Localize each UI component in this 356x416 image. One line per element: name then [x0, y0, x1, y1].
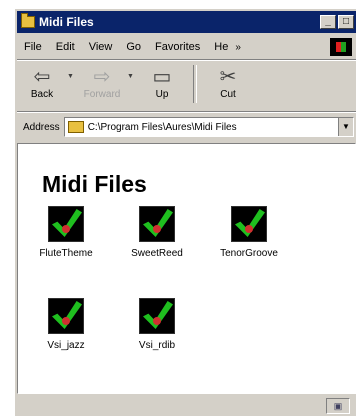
window-controls: _ □ — [320, 15, 354, 29]
file-name: TenorGroove — [220, 248, 278, 259]
forward-dropdown-icon[interactable]: ▼ — [127, 63, 137, 80]
file-item[interactable]: SweetReed — [119, 206, 195, 259]
file-item[interactable]: FluteTheme — [28, 206, 104, 259]
minimize-button[interactable]: _ — [320, 15, 336, 29]
file-name: SweetReed — [131, 248, 183, 259]
file-name: Vsi_jazz — [47, 340, 85, 351]
toolbar-separator — [193, 65, 197, 103]
up-folder-icon: ▭ — [152, 66, 172, 88]
midi-file-icon — [139, 298, 175, 334]
menu-edit[interactable]: Edit — [49, 41, 82, 53]
file-name: Vsi_rdib — [138, 340, 176, 351]
title-bar[interactable]: Midi Files _ □ — [17, 11, 356, 33]
file-item[interactable]: TenorGroove — [211, 206, 287, 259]
midi-file-icon — [139, 206, 175, 242]
file-item[interactable]: Vsi_rdib — [119, 298, 195, 351]
menu-view[interactable]: View — [82, 41, 120, 53]
up-button[interactable]: ▭ Up — [137, 63, 187, 100]
windows-logo-icon — [330, 38, 352, 56]
menu-bar: File Edit View Go Favorites He » — [17, 37, 356, 57]
menu-file[interactable]: File — [17, 41, 49, 53]
address-dropdown-icon[interactable]: ▼ — [338, 118, 353, 136]
status-bar: ▣ — [17, 396, 356, 416]
folder-heading: Midi Files — [42, 171, 147, 197]
folder-icon — [21, 13, 35, 28]
up-label: Up — [155, 89, 169, 100]
divider — [17, 59, 356, 61]
back-button[interactable]: ⇦ Back — [17, 63, 67, 100]
scissors-icon: ✂ — [219, 66, 237, 88]
menu-help[interactable]: He — [207, 41, 235, 53]
file-item[interactable]: Vsi_jazz — [28, 298, 104, 351]
forward-button[interactable]: ⇨ Forward — [77, 63, 127, 100]
menu-favorites[interactable]: Favorites — [148, 41, 207, 53]
divider — [17, 111, 356, 113]
menu-go[interactable]: Go — [119, 41, 148, 53]
midi-file-icon — [48, 206, 84, 242]
folder-icon — [67, 121, 84, 133]
address-bar: Address C:\Program Files\Aures\Midi File… — [17, 115, 356, 139]
forward-label: Forward — [83, 89, 121, 100]
file-name: FluteTheme — [39, 248, 93, 259]
address-label: Address — [23, 121, 60, 133]
midi-file-icon — [48, 298, 84, 334]
back-label: Back — [30, 89, 54, 100]
forward-arrow-icon: ⇨ — [93, 66, 111, 88]
cut-button[interactable]: ✂ Cut — [203, 63, 253, 100]
cut-label: Cut — [220, 89, 236, 100]
back-dropdown-icon[interactable]: ▼ — [67, 63, 77, 80]
computer-icon: ▣ — [326, 398, 350, 414]
back-arrow-icon: ⇦ — [33, 66, 51, 88]
maximize-button[interactable]: □ — [338, 15, 354, 29]
address-path[interactable]: C:\Program Files\Aures\Midi Files — [88, 122, 237, 133]
explorer-window: Midi Files _ □ File Edit View Go Favorit… — [14, 8, 356, 416]
midi-file-icon — [231, 206, 267, 242]
address-field[interactable]: C:\Program Files\Aures\Midi Files ▼ — [63, 117, 354, 137]
folder-view[interactable]: Midi Files FluteTheme SweetReed TenorGro… — [17, 143, 356, 394]
window-title: Midi Files — [39, 15, 94, 29]
toolbar: ⇦ Back ▼ ⇨ Forward ▼ ▭ Up ✂ Cut — [17, 63, 356, 109]
menu-more-chevron-icon[interactable]: » — [235, 42, 241, 53]
